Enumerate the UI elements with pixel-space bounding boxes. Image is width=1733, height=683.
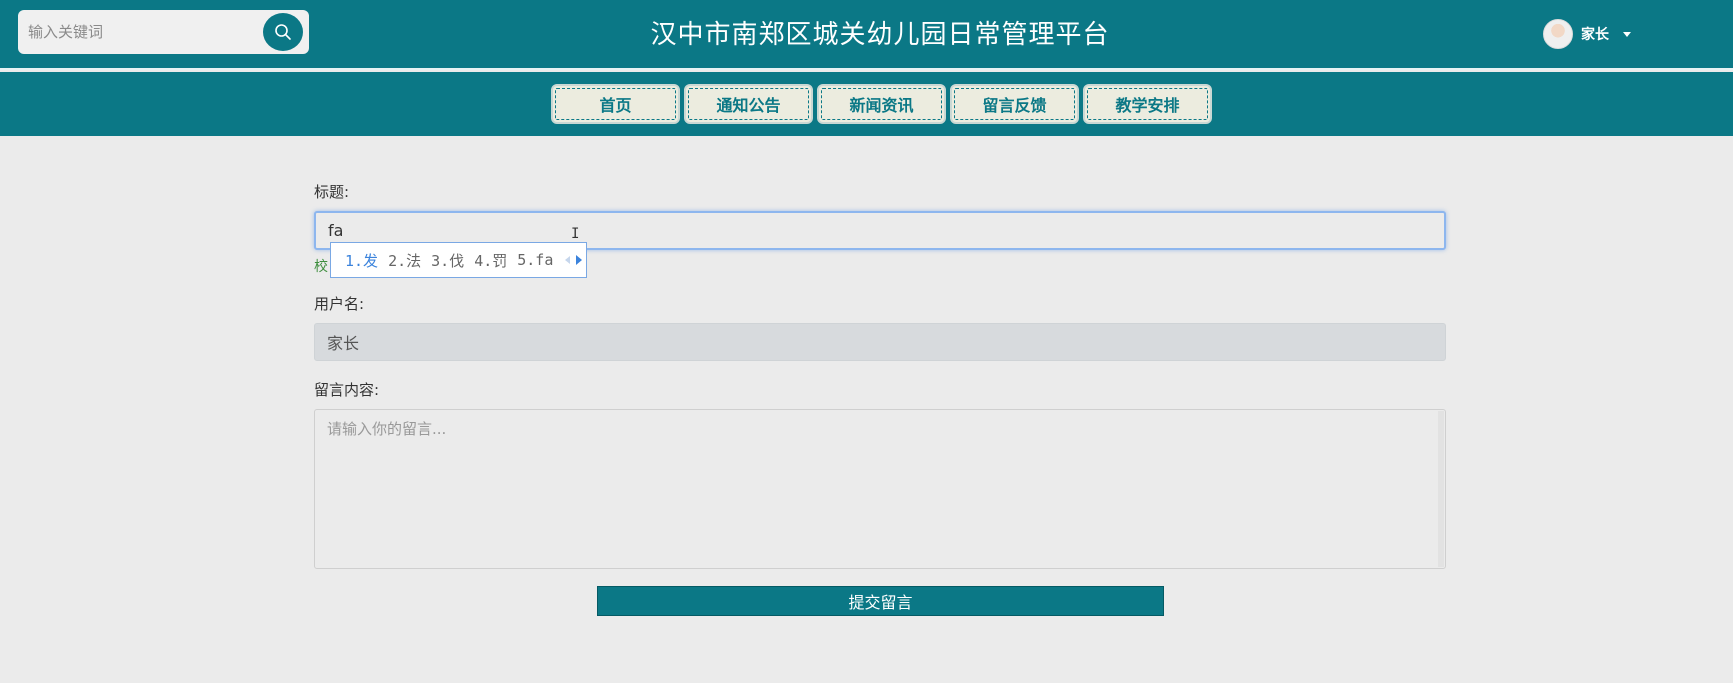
submit-button[interactable]: 提交留言 bbox=[597, 586, 1164, 616]
search-icon bbox=[275, 24, 291, 40]
nav-bar: 首页 通知公告 新闻资讯 留言反馈 教学安排 bbox=[0, 72, 1733, 136]
nav-list: 首页 通知公告 新闻资讯 留言反馈 教学安排 bbox=[551, 84, 1212, 124]
username-label: 用户名: bbox=[314, 295, 365, 313]
ime-candidate[interactable]: 4.罚 bbox=[474, 250, 507, 271]
chevron-right-icon[interactable] bbox=[576, 255, 583, 265]
nav-item-teaching[interactable]: 教学安排 bbox=[1083, 84, 1212, 124]
search-button[interactable] bbox=[263, 13, 303, 51]
search-input[interactable] bbox=[28, 18, 258, 46]
ime-candidate[interactable]: 3.伐 bbox=[431, 250, 464, 271]
chevron-left-icon[interactable] bbox=[565, 256, 571, 264]
content-label: 留言内容: bbox=[314, 381, 380, 399]
nav-item-notices[interactable]: 通知公告 bbox=[684, 84, 813, 124]
search-box bbox=[18, 10, 309, 54]
user-name: 家长 bbox=[1581, 27, 1609, 43]
site-title: 汉中市南郑区城关幼儿园日常管理平台 bbox=[650, 20, 1110, 50]
user-menu[interactable]: 家长 bbox=[1543, 18, 1631, 50]
avatar bbox=[1543, 19, 1573, 49]
chevron-down-icon bbox=[1623, 31, 1631, 37]
ime-candidate[interactable]: 5.fa bbox=[517, 251, 553, 269]
validation-hint: 校 bbox=[314, 259, 328, 275]
nav-item-home[interactable]: 首页 bbox=[551, 84, 680, 124]
nav-item-news[interactable]: 新闻资讯 bbox=[817, 84, 946, 124]
message-textarea[interactable] bbox=[314, 409, 1446, 569]
nav-item-feedback[interactable]: 留言反馈 bbox=[950, 84, 1079, 124]
top-header: 汉中市南郑区城关幼儿园日常管理平台 家长 bbox=[0, 0, 1733, 70]
title-label: 标题: bbox=[314, 183, 350, 201]
ime-page-controls bbox=[565, 255, 583, 265]
ime-candidate-popup: 1.发 2.法 3.伐 4.罚 5.fa bbox=[330, 242, 587, 278]
ime-candidate[interactable]: 1.发 bbox=[345, 250, 378, 271]
textarea-scrollbar[interactable] bbox=[1438, 411, 1444, 567]
text-cursor-icon: I bbox=[571, 226, 580, 242]
username-field bbox=[314, 323, 1446, 361]
ime-candidate[interactable]: 2.法 bbox=[388, 250, 421, 271]
